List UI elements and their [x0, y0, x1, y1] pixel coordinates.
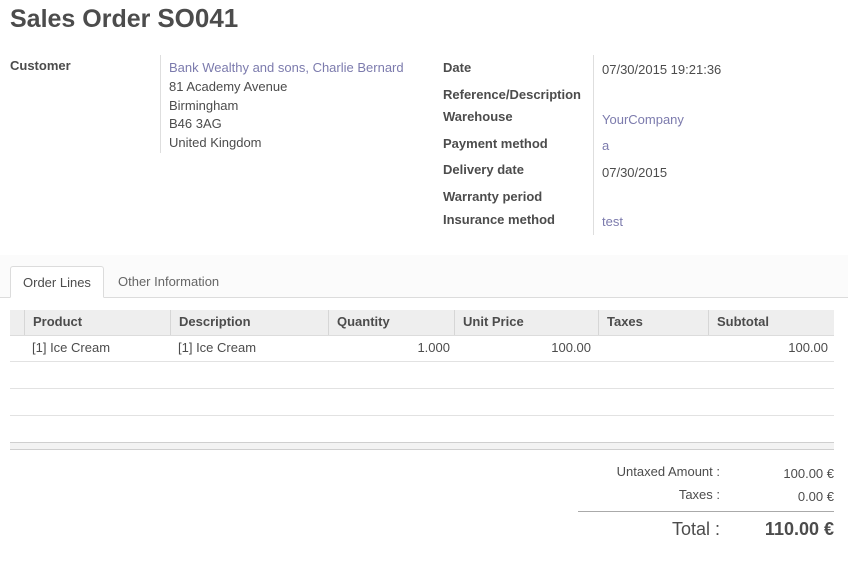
column-header-taxes[interactable]: Taxes [598, 310, 708, 335]
tab-order-lines[interactable]: Order Lines [10, 266, 104, 298]
customer-city: Birmingham [169, 98, 239, 113]
warehouse-link[interactable]: YourCompany [602, 112, 684, 127]
column-header-subtotal[interactable]: Subtotal [708, 310, 834, 335]
info-divider [593, 55, 594, 235]
untaxed-amount-value: 100.00 € [783, 466, 834, 481]
customer-postcode: B46 3AG [169, 116, 222, 131]
cell-description: [1] Ice Cream [178, 340, 257, 355]
customer-country: United Kingdom [169, 135, 262, 150]
taxes-label: Taxes : [678, 487, 720, 502]
date-value: 07/30/2015 19:21:36 [602, 62, 722, 77]
delivery-date-value: 07/30/2015 [602, 165, 668, 180]
column-header-quantity[interactable]: Quantity [328, 310, 454, 335]
delivery-date-label: Delivery date [443, 162, 524, 177]
column-header-unit-price[interactable]: Unit Price [454, 310, 598, 335]
order-number: SO041 [157, 3, 239, 33]
total-divider [578, 511, 834, 512]
column-header-product[interactable]: Product [24, 310, 170, 335]
cell-product: [1] Ice Cream [32, 340, 111, 355]
reference-label: Reference/Description [443, 87, 581, 102]
customer-label: Customer [10, 58, 71, 73]
cell-subtotal: 100.00 [788, 340, 828, 355]
table-footer [10, 442, 834, 450]
warranty-period-label: Warranty period [443, 189, 543, 204]
table-row-empty[interactable] [10, 389, 834, 416]
payment-method-label: Payment method [443, 136, 548, 151]
row-handle-header [10, 310, 24, 335]
warehouse-label: Warehouse [443, 109, 513, 124]
date-label: Date [443, 60, 472, 75]
tab-other-information[interactable]: Other Information [106, 266, 231, 298]
customer-address-line1: 81 Academy Avenue [169, 79, 288, 94]
order-lines-table-header: Product Description Quantity Unit Price … [10, 310, 834, 336]
total-value: 110.00 € [764, 519, 834, 539]
payment-method-link[interactable]: a [602, 138, 609, 153]
table-row[interactable]: [1] Ice Cream [1] Ice Cream 1.000 100.00… [10, 335, 834, 362]
column-header-description[interactable]: Description [170, 310, 328, 335]
cell-unit-price: 100.00 [551, 340, 591, 355]
customer-divider [160, 55, 161, 153]
taxes-value: 0.00 € [797, 489, 834, 504]
customer-name-link[interactable]: Bank Wealthy and sons, Charlie Bernard [169, 60, 404, 75]
total-label: Total : [671, 519, 720, 539]
untaxed-amount-label: Untaxed Amount : [616, 464, 720, 479]
page-title-prefix: Sales Order [10, 5, 151, 33]
insurance-method-label: Insurance method [443, 212, 555, 227]
cell-quantity: 1.000 [417, 340, 450, 355]
page-title: Sales Order SO041 [10, 3, 238, 34]
insurance-method-link[interactable]: test [602, 214, 623, 229]
table-row-empty[interactable] [10, 362, 834, 389]
